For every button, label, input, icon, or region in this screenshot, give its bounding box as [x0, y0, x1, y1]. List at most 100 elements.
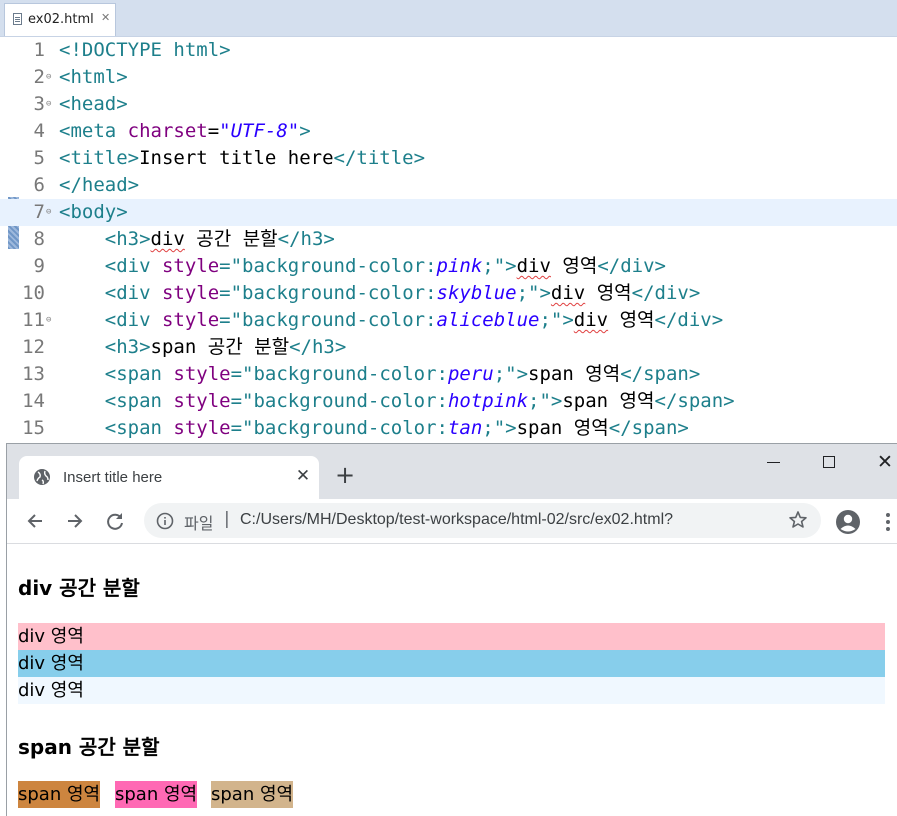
code-token: </title>: [333, 147, 426, 169]
code-token: =: [207, 120, 220, 142]
fold-toggle-icon[interactable]: ⊖: [46, 64, 51, 91]
browser-toolbar: 파일 | C:/Users/MH/Desktop/test-workspace/…: [7, 499, 897, 544]
code-token: 영역: [608, 309, 655, 331]
code-line[interactable]: 12 <h3>span 공간 분할</h3>: [0, 334, 897, 361]
code-token: </div>: [597, 255, 666, 277]
line-number: 7: [33, 201, 45, 223]
code-token: "UTF-8": [219, 120, 300, 142]
code-token: Insert title here: [139, 147, 334, 169]
code-token: <!DOCTYPE html>: [59, 39, 231, 61]
line-number: 12: [22, 336, 45, 358]
code-token: <h3>: [104, 228, 151, 250]
code-token: ="background-color:: [219, 282, 437, 304]
code-token: >: [299, 120, 311, 142]
code-line[interactable]: 11 ⊖ <div style="background-color:alicebl…: [0, 307, 897, 334]
code-token: <title>: [59, 147, 140, 169]
code-token: span 영역: [528, 363, 621, 385]
line-number: 10: [22, 282, 45, 304]
code-text: <h3>div 공간 분할</h3>: [59, 226, 335, 253]
editor-tab-close-icon[interactable]: ✕: [101, 11, 110, 24]
div-block-skyblue: div 영역: [18, 650, 885, 677]
code-token: ="background-color:: [230, 363, 448, 385]
code-token: </span>: [620, 363, 701, 385]
code-text: <!DOCTYPE html>: [59, 37, 231, 64]
code-line[interactable]: 15 <span style="background-color:tan;">s…: [0, 415, 897, 440]
span-hotpink: span 영역: [115, 781, 198, 808]
code-token: aliceblue: [436, 309, 540, 331]
code-line[interactable]: 13 <span style="background-color:peru;">…: [0, 361, 897, 388]
code-line[interactable]: 9 <div style="background-color:pink;">di…: [0, 253, 897, 280]
window-close-icon[interactable]: ✕: [873, 448, 897, 476]
url-scheme-label: 파일: [184, 514, 214, 533]
new-tab-button[interactable]: +: [331, 463, 359, 491]
fold-toggle-icon[interactable]: ⊖: [46, 307, 51, 334]
div-block-pink: div 영역: [18, 623, 885, 650]
code-token: style: [173, 363, 231, 385]
editor-text-area[interactable]: 1 <!DOCTYPE html> 2 ⊖ <html> 3 ⊖ <head> 4 <meta c…: [0, 37, 897, 440]
code-token: <span: [104, 390, 174, 412]
editor-tab-ex02[interactable]: ex02.html ✕: [4, 3, 116, 36]
code-token: 영역: [585, 282, 632, 304]
more-menu-icon[interactable]: [885, 511, 891, 533]
browser-tab[interactable]: Insert title here ✕: [19, 456, 319, 499]
url-separator: |: [224, 509, 230, 529]
line-number: 4: [33, 120, 45, 142]
browser-tab-close-icon[interactable]: ✕: [291, 464, 315, 488]
code-line[interactable]: 5 <title>Insert title here</title>: [0, 145, 897, 172]
code-line[interactable]: 3 ⊖ <head>: [0, 91, 897, 118]
code-token: ="background-color:: [230, 417, 448, 439]
heading-span-section: span 공간 분할: [18, 735, 160, 759]
line-number: 13: [22, 363, 45, 385]
code-token: </span>: [654, 390, 735, 412]
code-token: </span>: [608, 417, 689, 439]
forward-arrow-icon[interactable]: [61, 507, 89, 535]
code-token: style: [161, 282, 220, 304]
code-text: <span style="background-color:tan;">span…: [59, 415, 689, 440]
code-text: <div style="background-color:aliceblue;"…: [59, 307, 723, 334]
bookmark-star-icon[interactable]: [788, 510, 808, 530]
code-line[interactable]: 1 <!DOCTYPE html>: [0, 37, 897, 64]
code-token: ;">: [482, 417, 517, 439]
minimize-icon[interactable]: [767, 462, 780, 463]
code-line[interactable]: 7 ⊖ <body>: [0, 199, 897, 226]
profile-avatar-icon[interactable]: [835, 509, 861, 535]
info-icon[interactable]: [156, 512, 174, 530]
line-number: 1: [33, 39, 45, 61]
line-number: 3: [33, 93, 45, 115]
globe-icon: [34, 469, 50, 485]
code-token: ="background-color:: [219, 309, 437, 331]
code-token: <meta: [59, 120, 128, 142]
code-line[interactable]: 4 <meta charset="UTF-8">: [0, 118, 897, 145]
heading-div-section: div 공간 분할: [18, 576, 140, 600]
code-token: <span: [104, 417, 174, 439]
maximize-icon[interactable]: [823, 456, 835, 468]
fold-toggle-icon[interactable]: ⊖: [46, 91, 51, 118]
code-token: </div>: [654, 309, 724, 331]
code-token: charset: [127, 120, 208, 142]
page-viewport: div 공간 분할 div 영역 div 영역 div 영역 span 공간 분…: [7, 544, 897, 816]
code-line[interactable]: 8 <h3>div 공간 분할</h3>: [0, 226, 897, 253]
url-text[interactable]: C:/Users/MH/Desktop/test-workspace/html-…: [240, 511, 673, 529]
code-line[interactable]: 14 <span style="background-color:hotpink…: [0, 388, 897, 415]
back-arrow-icon[interactable]: [21, 507, 49, 535]
code-token: ;">: [493, 363, 529, 385]
code-line[interactable]: 6 </head>: [0, 172, 897, 199]
code-line[interactable]: 2 ⊖ <html>: [0, 64, 897, 91]
fold-toggle-icon[interactable]: ⊖: [46, 199, 51, 226]
code-token: ;">: [539, 309, 574, 331]
code-token: 공간 분할: [184, 228, 278, 250]
code-token: <html>: [59, 66, 128, 88]
address-bar[interactable]: 파일 | C:/Users/MH/Desktop/test-workspace/…: [144, 503, 821, 538]
code-token: peru: [447, 363, 494, 385]
code-token: span 영역: [562, 390, 655, 412]
code-token: </div>: [631, 282, 701, 304]
line-number: 15: [22, 417, 45, 439]
code-token: style: [173, 390, 231, 412]
code-line[interactable]: 10 <div style="background-color:skyblue;…: [0, 280, 897, 307]
reload-icon[interactable]: [101, 507, 129, 535]
code-token: style: [161, 309, 220, 331]
code-token: <body>: [59, 201, 128, 223]
